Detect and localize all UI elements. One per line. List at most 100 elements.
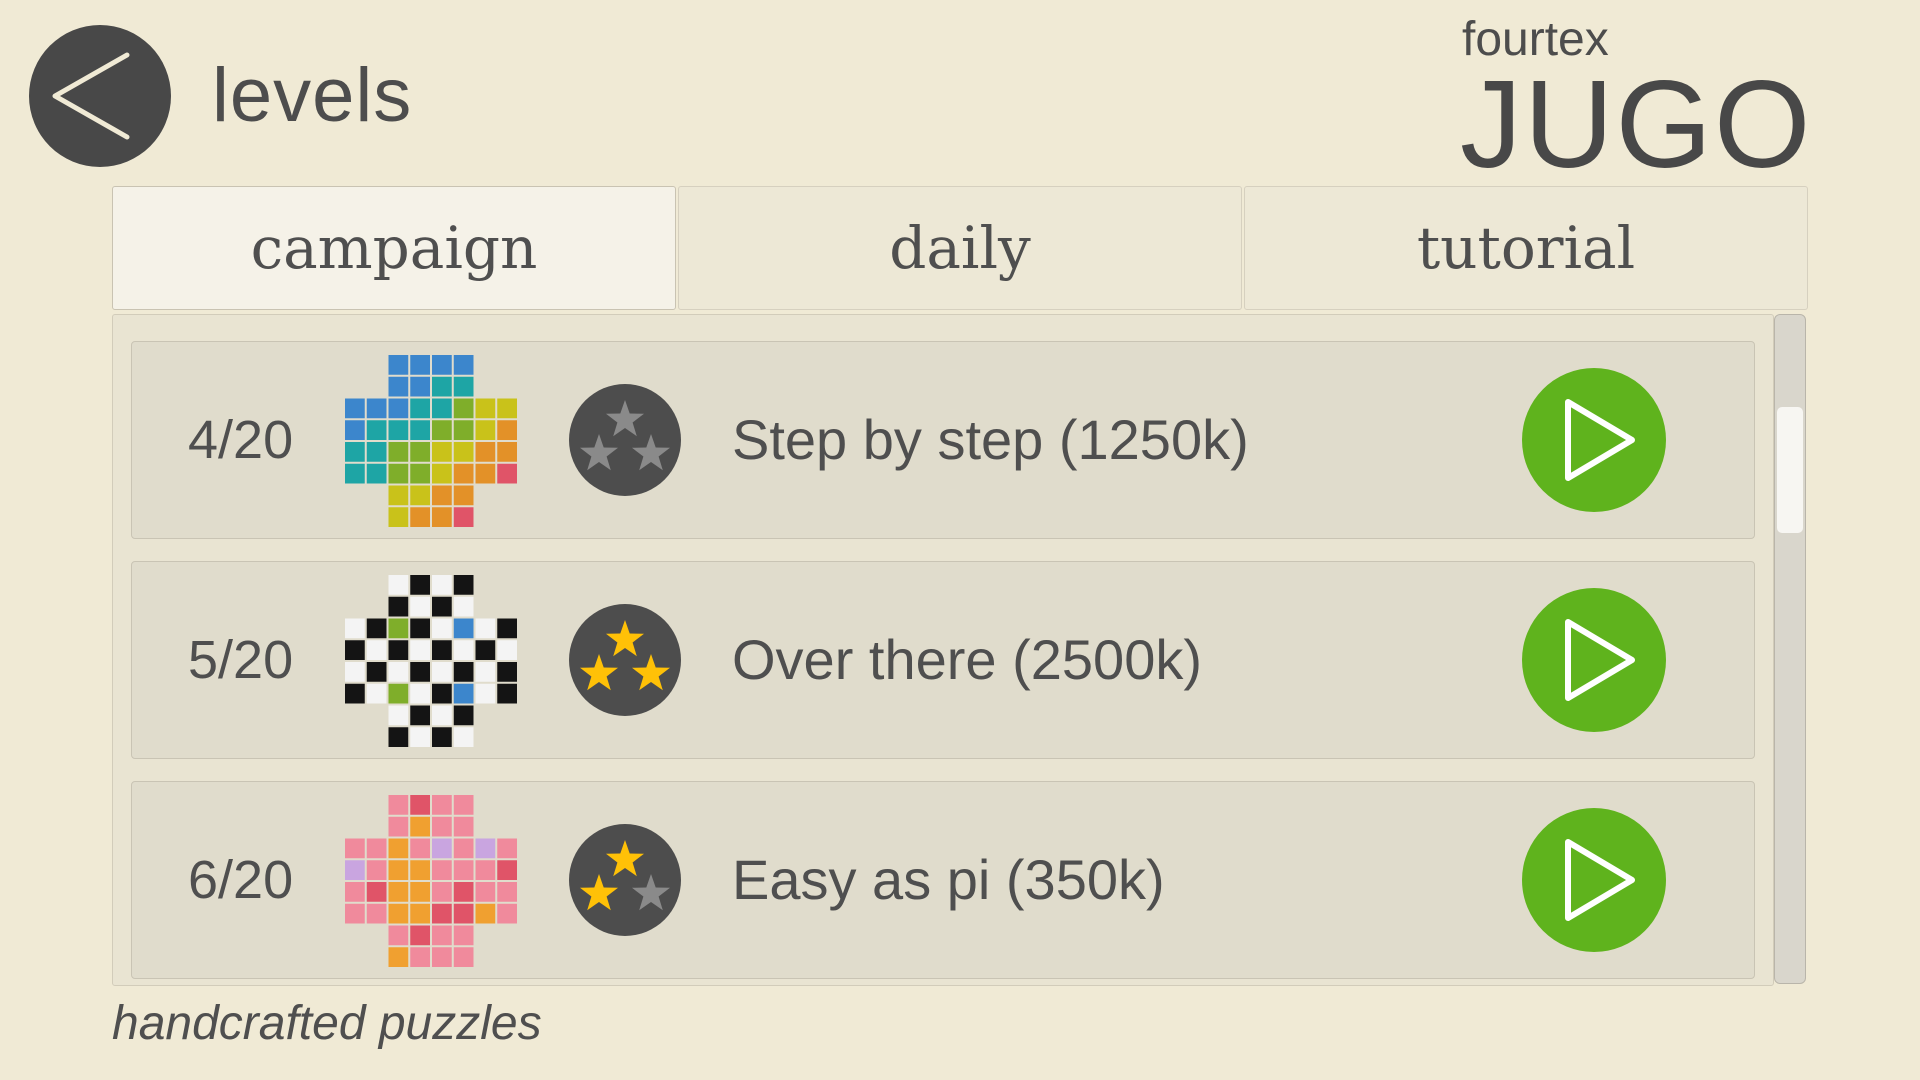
thumbnail-cell — [410, 882, 430, 902]
thumbnail-cell — [366, 618, 387, 639]
thumbnail-cell — [366, 640, 387, 660]
thumbnail-cell — [475, 420, 496, 440]
level-row-5[interactable]: 5/20 Over there (2500k) — [131, 561, 1755, 759]
level-name: Easy as pi (350k) — [732, 848, 1165, 911]
thumbnail-cell — [366, 860, 387, 880]
stars-badge — [569, 824, 681, 936]
thumbnail-cell — [388, 618, 409, 639]
thumbnail-cell — [453, 947, 474, 967]
thumbnail-cell — [345, 662, 365, 682]
thumbnail-cell — [388, 816, 409, 837]
thumbnail-cell — [345, 640, 365, 660]
play-icon — [1565, 399, 1635, 481]
thumbnail-cell — [345, 420, 365, 440]
thumbnail-cell — [497, 662, 517, 682]
app-logo: fourtex JUGO — [1460, 8, 1810, 194]
thumbnail-cell — [453, 442, 474, 462]
star-icon — [606, 400, 644, 437]
back-button[interactable] — [29, 25, 171, 167]
thumbnail-cell — [497, 882, 517, 902]
thumbnail-cell — [475, 398, 496, 419]
thumbnail-cell — [345, 903, 365, 924]
level-thumbnail — [345, 575, 517, 747]
thumbnail-cell — [497, 618, 517, 639]
star-icon — [580, 434, 618, 471]
thumbnail-cell — [345, 838, 365, 859]
thumbnail-cell — [432, 925, 452, 946]
play-icon — [1565, 619, 1635, 701]
tab-daily[interactable]: daily — [678, 186, 1242, 310]
thumbnail-cell — [453, 485, 474, 506]
thumbnail-cell — [388, 420, 409, 440]
play-button[interactable] — [1522, 808, 1666, 952]
star-icon — [606, 840, 644, 877]
thumbnail-cell — [453, 882, 474, 902]
chevron-left-icon — [52, 52, 130, 140]
thumbnail-cell — [410, 355, 430, 375]
tab-tutorial[interactable]: tutorial — [1244, 186, 1808, 310]
thumbnail-cell — [453, 398, 474, 419]
thumbnail-cell — [475, 882, 496, 902]
thumbnail-cell — [410, 903, 430, 924]
star-icon — [632, 874, 670, 911]
thumbnail-cell — [366, 398, 387, 419]
play-button[interactable] — [1522, 588, 1666, 732]
thumbnail-cell — [388, 925, 409, 946]
thumbnail-cell — [432, 618, 452, 639]
page-title: levels — [212, 53, 413, 138]
thumbnail-cell — [432, 816, 452, 837]
level-row-6[interactable]: 6/20 Easy as pi (350k) — [131, 781, 1755, 979]
level-number: 5/20 — [188, 630, 294, 690]
thumbnail-cell — [432, 398, 452, 419]
thumbnail-cell — [453, 420, 474, 440]
thumbnail-cell — [410, 463, 430, 484]
thumbnail-cell — [410, 727, 430, 747]
thumbnail-cell — [388, 442, 409, 462]
thumbnail-cell — [388, 376, 409, 397]
stars-badge — [569, 384, 681, 496]
thumbnail-cell — [410, 575, 430, 595]
play-button[interactable] — [1522, 368, 1666, 512]
thumbnail-cell — [475, 618, 496, 639]
thumbnail-cell — [497, 420, 517, 440]
thumbnail-cell — [432, 463, 452, 484]
thumbnail-cell — [453, 463, 474, 484]
star-icon — [632, 654, 670, 691]
thumbnail-cell — [475, 683, 496, 704]
tab-campaign[interactable]: campaign — [112, 186, 676, 310]
thumbnail-cell — [366, 662, 387, 682]
star-icon — [580, 874, 618, 911]
thumbnail-cell — [432, 903, 452, 924]
thumbnail-cell — [453, 376, 474, 397]
level-thumbnail — [345, 355, 517, 527]
thumbnail-cell — [366, 420, 387, 440]
thumbnail-cell — [453, 683, 474, 704]
thumbnail-cell — [432, 683, 452, 704]
level-row-4[interactable]: 4/20 Step by step (1250k) — [131, 341, 1755, 539]
thumbnail-cell — [432, 727, 452, 747]
thumbnail-cell — [410, 683, 430, 704]
thumbnail-cell — [366, 882, 387, 902]
thumbnail-cell — [366, 442, 387, 462]
thumbnail-cell — [432, 376, 452, 397]
thumbnail-cell — [453, 705, 474, 726]
thumbnail-cell — [388, 355, 409, 375]
level-name: Over there (2500k) — [732, 628, 1202, 691]
thumbnail-cell — [432, 882, 452, 902]
thumbnail-cell — [410, 795, 430, 815]
thumbnail-cell — [388, 903, 409, 924]
thumbnail-cell — [366, 683, 387, 704]
thumbnail-cell — [410, 838, 430, 859]
thumbnail-cell — [475, 860, 496, 880]
thumbnail-cell — [432, 838, 452, 859]
level-number: 4/20 — [188, 410, 294, 470]
thumbnail-cell — [410, 420, 430, 440]
thumbnail-cell — [388, 575, 409, 595]
thumbnail-cell — [432, 485, 452, 506]
thumbnail-cell — [453, 355, 474, 375]
thumbnail-cell — [453, 640, 474, 660]
level-list: 4/20 Step by step (1250k) 5/20 Over ther… — [112, 314, 1774, 986]
scrollbar[interactable] — [1774, 314, 1806, 984]
scrollbar-thumb[interactable] — [1777, 407, 1803, 533]
thumbnail-cell — [410, 925, 430, 946]
